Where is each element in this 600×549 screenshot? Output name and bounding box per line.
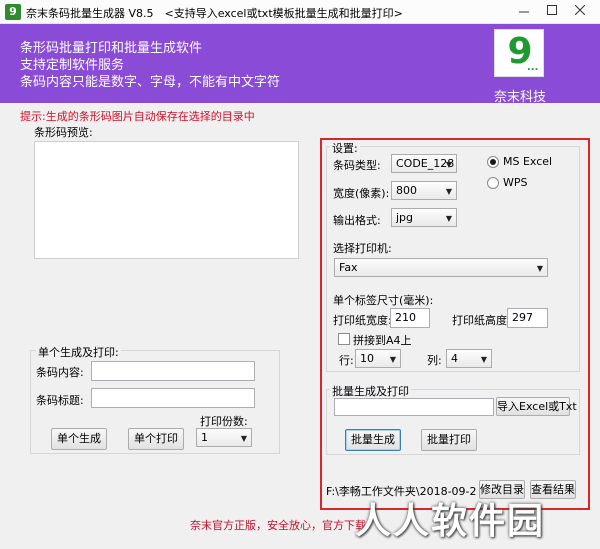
minimize-button[interactable] (510, 0, 538, 22)
barcode-preview (34, 141, 299, 259)
excel-radio[interactable] (487, 156, 499, 168)
excel-radio-label: MS Excel (503, 155, 553, 168)
preview-label: 条形码预览: (34, 126, 93, 139)
barcode-content-input[interactable] (91, 361, 255, 381)
copies-select[interactable]: 1 ▼ (196, 428, 252, 447)
copies-label: 打印份数: (200, 415, 248, 428)
format-label: 输出格式: (333, 214, 381, 227)
width-label: 宽度(像素): (333, 187, 390, 200)
batch-generate-button[interactable]: 批量生成 (345, 429, 401, 451)
footer-notice[interactable]: 奈末官方正版，安全放心，官方下载 (190, 517, 366, 533)
a4-checkbox[interactable] (338, 333, 350, 345)
batch-print-button[interactable]: 批量打印 (421, 429, 477, 451)
close-icon (574, 4, 586, 16)
chevron-down-icon: ▼ (480, 355, 487, 364)
single-generate-button[interactable]: 单个生成 (51, 428, 107, 450)
chevron-down-icon: ▼ (240, 434, 247, 443)
cols-select[interactable]: 4 ▼ (446, 349, 492, 368)
a4-checkbox-label: 拼接到A4上 (353, 334, 412, 347)
width-value: 800 (396, 184, 417, 197)
maximize-icon (547, 5, 557, 15)
barcode-type-select[interactable]: CODE_128 ▼ (391, 154, 457, 173)
app-icon: 9 (5, 4, 21, 20)
barcode-type-label: 条码类型: (333, 159, 381, 172)
barcode-title-input[interactable] (91, 388, 255, 408)
save-hint: 提示:生成的条形码图片自动保存在选择的目录中 (20, 110, 255, 123)
paper-width-label: 打印纸宽度: (333, 314, 392, 327)
copies-value: 1 (201, 431, 208, 444)
paper-height-input[interactable]: 297 (507, 308, 548, 328)
format-select[interactable]: jpg ▼ (391, 208, 457, 227)
import-file-field[interactable] (334, 398, 494, 416)
cols-label: 列: (427, 354, 442, 367)
site-watermark: 人人软件园 (355, 501, 546, 542)
printer-label: 选择打印机: (333, 242, 392, 255)
import-excel-txt-button[interactable]: 导入Excel或Txt (496, 397, 577, 416)
printer-select[interactable]: Fax ▼ (334, 258, 548, 277)
cols-value: 4 (451, 352, 458, 365)
logo-dots: ... (527, 62, 539, 73)
brand-logo: 9 ... (494, 29, 544, 77)
content-label: 条码内容: (36, 366, 84, 379)
label-size-title: 单个标签尺寸(毫米): (333, 294, 434, 307)
rows-label: 行: (339, 354, 354, 367)
settings-group-title: 设置: (330, 140, 360, 156)
maximize-button[interactable] (538, 0, 566, 22)
batch-group-title: 批量生成及打印 (330, 383, 411, 399)
chevron-down-icon: ▼ (445, 214, 452, 223)
title-label: 条码标题: (36, 394, 84, 407)
window-title: 奈末条码批量生成器 V8.5 <支持导入excel或txt模板批量生成和批量打印… (26, 7, 403, 20)
minimize-icon (519, 11, 529, 13)
paper-height-label: 打印纸高度: (452, 314, 511, 327)
chevron-down-icon: ▼ (445, 160, 452, 169)
wps-radio-label: WPS (503, 176, 528, 189)
rows-select[interactable]: 10 ▼ (355, 349, 401, 368)
chevron-down-icon: ▼ (445, 187, 452, 196)
paper-width-input[interactable]: 210 (390, 308, 430, 328)
chevron-down-icon: ▼ (536, 264, 543, 273)
close-button[interactable] (566, 0, 594, 22)
wps-radio[interactable] (487, 177, 499, 189)
single-print-button[interactable]: 单个打印 (128, 428, 184, 450)
width-select[interactable]: 800 ▼ (391, 181, 457, 200)
printer-value: Fax (339, 261, 358, 274)
brand-name: 奈末科技 (494, 90, 547, 105)
format-value: jpg (396, 211, 414, 224)
rows-value: 10 (360, 352, 374, 365)
chevron-down-icon: ▼ (389, 355, 396, 364)
single-group-title: 单个生成及打印: (36, 344, 121, 360)
banner-line-3: 条码内容只能是数字、字母，不能有中文字符 (20, 75, 281, 90)
